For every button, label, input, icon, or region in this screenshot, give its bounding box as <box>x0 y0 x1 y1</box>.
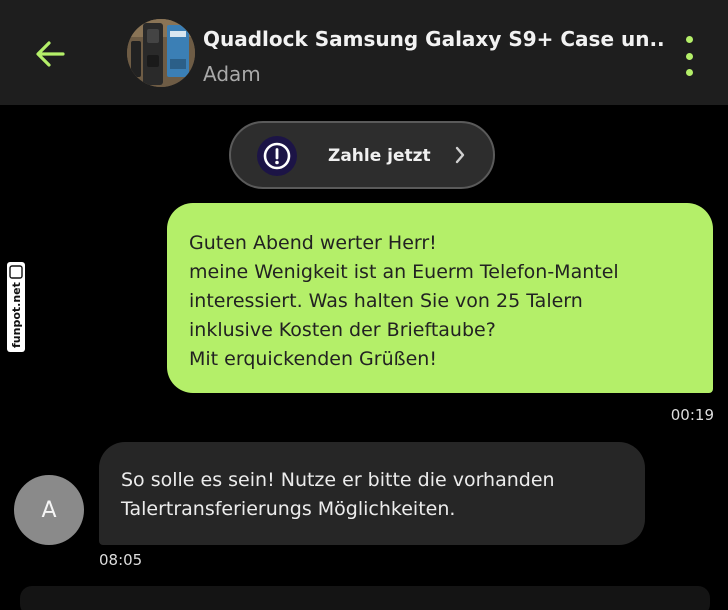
listing-title[interactable]: Quadlock Samsung Galaxy S9+ Case un... <box>203 27 663 51</box>
menu-dot <box>685 69 693 76</box>
chevron-right-icon <box>455 146 465 164</box>
product-thumbnail[interactable] <box>127 19 195 87</box>
chat-header: Quadlock Samsung Galaxy S9+ Case un... A… <box>0 0 728 105</box>
chat-screen: Quadlock Samsung Galaxy S9+ Case un... A… <box>0 0 728 610</box>
outgoing-message-bubble[interactable]: Guten Abend werter Herr! meine Wenigkeit… <box>167 203 713 393</box>
avatar[interactable]: A <box>14 475 84 545</box>
menu-dot <box>685 52 693 60</box>
arrow-left-icon <box>36 41 65 67</box>
svg-text:funpot.net: funpot.net <box>10 282 23 348</box>
outgoing-message-time: 00:19 <box>670 406 714 424</box>
contact-name: Adam <box>203 62 261 86</box>
product-thumbnail-image <box>127 19 195 87</box>
back-button[interactable] <box>26 30 74 78</box>
funpot-watermark-logo: funpot.net <box>7 262 25 352</box>
incoming-message-text: So solle es sein! Nutze er bitte die vor… <box>121 469 555 520</box>
avatar-letter: A <box>41 497 57 523</box>
incoming-message-bubble[interactable]: So solle es sein! Nutze er bitte die vor… <box>99 442 645 545</box>
outgoing-message-text: Guten Abend werter Herr! meine Wenigkeit… <box>189 232 619 370</box>
more-vertical-icon[interactable] <box>676 36 702 76</box>
pay-now-label: Zahle jetzt <box>328 146 431 166</box>
pay-now-button[interactable]: Zahle jetzt <box>229 121 495 189</box>
menu-dot <box>685 36 693 43</box>
next-message-edge <box>20 586 710 610</box>
incoming-message-time: 08:05 <box>99 551 143 569</box>
exclamation-circle-icon <box>257 136 297 176</box>
